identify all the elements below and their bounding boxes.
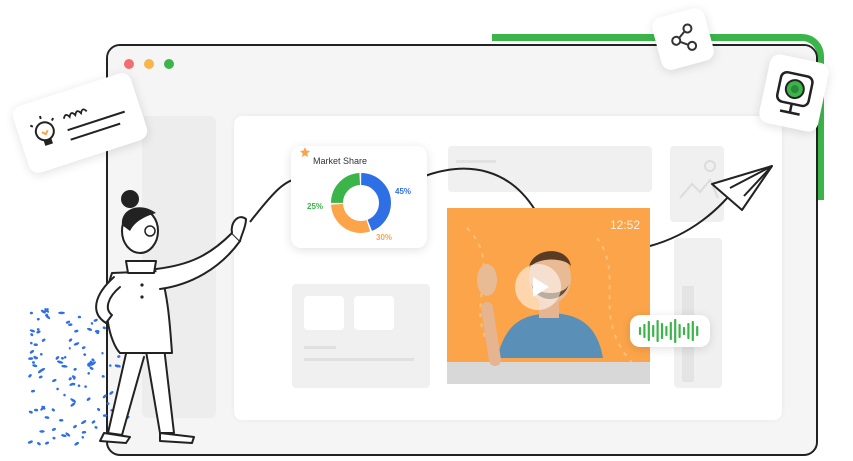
audio-wave-card[interactable] — [630, 315, 710, 347]
play-button[interactable] — [515, 264, 561, 310]
play-icon — [533, 277, 549, 297]
market-share-title: Market Share — [313, 156, 368, 166]
woman-illustration — [95, 190, 247, 444]
market-share-donut — [331, 173, 391, 233]
sound-wave-icon — [638, 318, 699, 344]
slice-label-orange: 30% — [376, 233, 393, 242]
market-share-card[interactable]: Market Share 45% 30% 25% — [291, 146, 427, 248]
slice-label-green: 25% — [307, 202, 324, 211]
slice-label-blue: 45% — [395, 187, 412, 196]
star-icon — [300, 147, 310, 157]
video-timestamp: 12:52 — [609, 218, 640, 232]
